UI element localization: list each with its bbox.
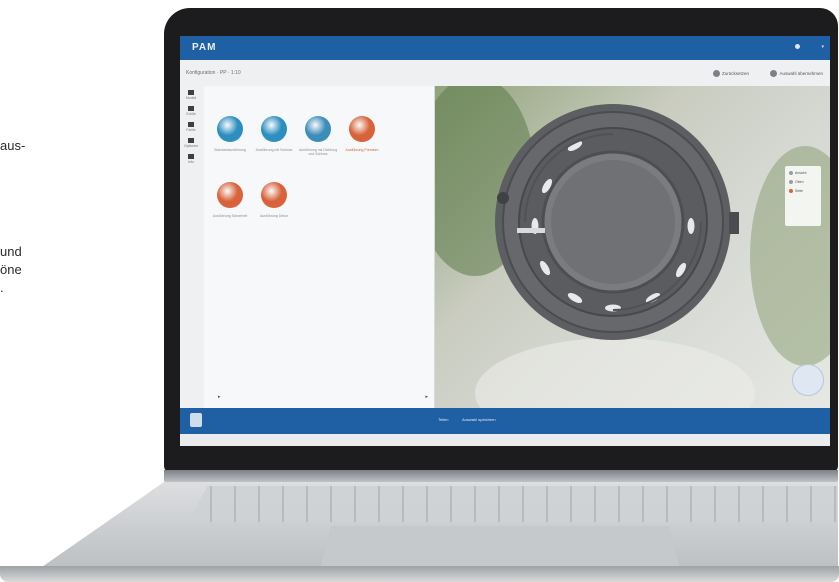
left-rail: Modell Größe Farbe Optionen Info — [180, 86, 204, 408]
apply-icon — [770, 69, 778, 77]
product-thumbnail — [261, 116, 287, 142]
app-logo[interactable]: PAM — [192, 42, 216, 53]
cover-latch — [517, 228, 545, 233]
radio-icon — [789, 171, 793, 175]
rail-item-model[interactable]: Modell — [184, 90, 198, 100]
laptop-keyboard — [188, 486, 838, 522]
cover-hinge — [729, 212, 739, 234]
catalog-item-label: Ausführung mit Schloss — [255, 148, 293, 152]
radio-icon — [789, 189, 793, 193]
breadcrumb: Konfiguration · PP · 1:10 — [186, 70, 241, 76]
view-option[interactable]: Seite — [789, 189, 817, 193]
product-thumbnail — [261, 182, 287, 208]
catalog-item-label: Standardausführung — [214, 148, 246, 152]
rail-item-size[interactable]: Größe — [184, 106, 198, 116]
scroll-left-arrow[interactable]: ▸ — [218, 394, 221, 400]
apply-button[interactable]: Auswahl übernehmen — [767, 68, 826, 78]
catalog-item-selected[interactable]: Ausführung Premium — [342, 116, 382, 152]
rail-item-options[interactable]: Optionen — [184, 138, 198, 148]
rail-item-label: Farbe — [186, 128, 196, 132]
3d-viewer[interactable]: Ansicht Oben Seite — [435, 86, 830, 408]
user-menu[interactable]: ▾ — [821, 44, 824, 50]
laptop-trackpad — [320, 526, 680, 570]
laptop-screen: PAM ▾ Konfiguration · PP · 1:10 Zurückse… — [180, 36, 830, 446]
side-text-line-1: aus- — [0, 138, 26, 153]
radio-icon — [789, 180, 793, 184]
reset-button[interactable]: Zurücksetzen — [710, 68, 752, 78]
rail-item-label: Info — [188, 160, 194, 164]
rail-item-label: Optionen — [184, 144, 199, 148]
laptop-front-edge — [0, 566, 839, 582]
manhole-cover-model — [495, 104, 739, 340]
reset-icon — [712, 69, 720, 77]
cover-lock — [497, 192, 509, 204]
model-icon — [188, 90, 194, 95]
rail-item-info[interactable]: Info — [184, 154, 198, 164]
product-catalog: Standardausführung Ausführung mit Schlos… — [204, 86, 435, 408]
view-option[interactable]: Oben — [789, 180, 817, 184]
catalog-item-label: Ausführung Premium — [345, 148, 379, 152]
product-thumbnail — [217, 182, 243, 208]
catalog-item[interactable]: Standardausführung — [210, 116, 250, 152]
apply-button-label: Auswahl übernehmen — [779, 70, 823, 76]
view-option-label: Oben — [795, 180, 804, 184]
options-icon — [188, 138, 194, 143]
info-icon — [188, 154, 194, 159]
scroll-right-arrow[interactable]: ▸ — [425, 394, 428, 400]
catalog-item[interactable]: Ausführung mit Schloss — [254, 116, 294, 152]
side-text-line-4: . — [0, 280, 4, 295]
product-thumbnail — [349, 116, 375, 142]
share-tab[interactable]: Teilen — [438, 417, 448, 422]
color-icon — [188, 122, 194, 127]
rail-item-label: Größe — [186, 112, 196, 116]
catalog-item-label: Ausführung Sicherheit — [212, 214, 248, 218]
view-option-label: Ansicht — [795, 171, 807, 175]
product-thumbnail — [217, 116, 243, 142]
laptop-hinge — [164, 470, 838, 484]
user-icon[interactable] — [795, 44, 800, 49]
rail-item-color[interactable]: Farbe — [184, 122, 198, 132]
product-thumbnail — [305, 116, 331, 142]
size-icon — [188, 106, 194, 111]
view-options-panel: Ansicht Oben Seite — [785, 166, 821, 226]
bottom-bar: Teilen Auswahl speichern — [180, 408, 830, 434]
reset-button-label: Zurücksetzen — [721, 70, 749, 76]
footer-strip — [180, 434, 830, 446]
sub-bar: Konfiguration · PP · 1:10 Zurücksetzen A… — [180, 60, 830, 87]
rail-item-label: Modell — [185, 96, 197, 100]
view-option-label: Seite — [795, 189, 803, 193]
side-text-line-3: öne — [0, 262, 22, 277]
product-badge-icon[interactable] — [190, 413, 202, 427]
catalog-item-label: Ausführung Dekor — [259, 214, 289, 218]
catalog-item[interactable]: Ausführung Dekor — [254, 182, 294, 218]
view-option[interactable]: Ansicht — [789, 171, 817, 175]
catalog-item-label: Ausführung mit Dichtung und Schloss — [298, 148, 338, 156]
top-bar: PAM ▾ — [180, 36, 830, 60]
save-selection-tab[interactable]: Auswahl speichern — [462, 417, 496, 422]
catalog-item[interactable]: Ausführung Sicherheit — [210, 182, 250, 218]
catalog-item[interactable]: Ausführung mit Dichtung und Schloss — [298, 116, 338, 156]
mascot-logo — [792, 364, 824, 396]
side-text-line-2: und — [0, 244, 22, 259]
